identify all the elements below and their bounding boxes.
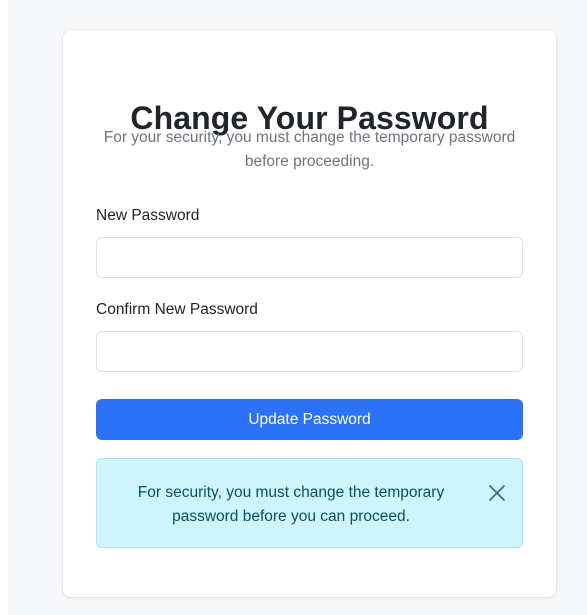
new-password-label: New Password: [96, 207, 200, 224]
change-password-card: Change Your Password For your security, …: [63, 30, 556, 597]
page-subtitle: For your security, you must change the t…: [103, 129, 516, 170]
update-password-button[interactable]: Update Password: [96, 399, 523, 440]
new-password-field[interactable]: [96, 237, 523, 278]
confirm-password-field[interactable]: [96, 331, 523, 372]
confirm-password-label: Confirm New Password: [96, 301, 258, 318]
info-alert: For security, you must change the tempor…: [96, 458, 523, 548]
close-icon[interactable]: [486, 482, 508, 504]
alert-message: For security, you must change the tempor…: [137, 484, 445, 525]
